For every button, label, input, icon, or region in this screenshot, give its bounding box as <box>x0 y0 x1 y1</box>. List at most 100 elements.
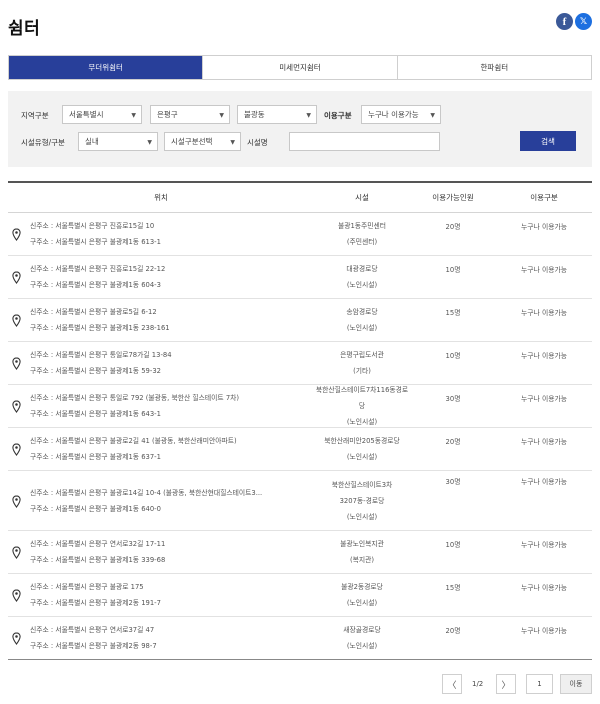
use-cell: 누구나 이용가능 <box>521 541 567 549</box>
chevron-down-icon: ▼ <box>147 139 152 146</box>
table-row[interactable]: 신주소 : 서울특별시 은평구 진흥로15길 10 구주소 : 서울특별시 은평… <box>8 213 592 256</box>
facility-cell: 북한산힐스테이트3차 3207동-경로당 (노인시설) <box>314 471 410 530</box>
map-pin-icon <box>12 228 21 241</box>
tab-heat-shelter[interactable]: 무더위쉼터 <box>9 56 203 79</box>
old-address: 구주소 : 서울특별시 은평구 불광제1동 59-32 <box>30 367 161 375</box>
shelter-table: 위치 시설 이용가능인원 이용구분 신주소 : 서울특별시 은평구 진흥로15길… <box>8 181 592 660</box>
facility-name: 불광1동주민센터 <box>337 222 387 230</box>
name-label: 시설명 <box>247 138 268 147</box>
location-cell: 신주소 : 서울특별시 은평구 불광로14길 10-4 (불광동, 북한산현대힐… <box>8 471 314 530</box>
facility-name-input[interactable] <box>289 132 440 151</box>
district-select[interactable]: 은평구 ▼ <box>150 105 230 124</box>
facility-cell: 불광2동경로당 (노인시설) <box>314 574 410 616</box>
capacity-cell: 30명 <box>445 478 461 486</box>
use-cell: 누구나 이용가능 <box>521 627 567 635</box>
facility-name: 대광경로당 <box>346 265 378 273</box>
type-label: 시설유형/구분 <box>21 138 65 147</box>
use-select-value: 누구나 이용가능 <box>368 110 419 119</box>
chevron-down-icon: ▼ <box>306 112 311 119</box>
old-address: 구주소 : 서울특별시 은평구 불광제1동 637-1 <box>30 453 161 461</box>
use-cell: 누구나 이용가능 <box>521 584 567 592</box>
old-address: 구주소 : 서울특별시 은평구 불광제2동 191-7 <box>30 599 161 607</box>
location-cell: 신주소 : 서울특별시 은평구 통일로78가길 13-84 구주소 : 서울특별… <box>8 342 314 384</box>
go-page-button[interactable]: 이동 <box>560 674 592 694</box>
tab-dust-shelter[interactable]: 미세먼지쉼터 <box>202 56 397 79</box>
map-pin-icon <box>12 632 21 645</box>
table-row[interactable]: 신주소 : 서울특별시 은평구 연서로37길 47 구주소 : 서울특별시 은평… <box>8 617 592 660</box>
use-cell: 누구나 이용가능 <box>521 478 567 486</box>
page-number-input[interactable]: 1 <box>526 674 553 694</box>
map-pin-icon <box>12 546 21 559</box>
use-label: 이용구분 <box>324 111 352 120</box>
facility-name: 북한산힐스테이트3차 <box>331 480 393 489</box>
category-select-value: 시설구분선택 <box>171 137 213 146</box>
new-address: 신주소 : 서울특별시 은평구 불광로 175 <box>30 583 144 591</box>
facility-name: 불광노인복지관 <box>340 540 384 548</box>
new-address: 신주소 : 서울특별시 은평구 연서로32길 17-11 <box>30 540 166 548</box>
search-filter-panel: 지역구분 서울특별시 ▼ 은평구 ▼ 불광동 ▼ 이용구분 누구나 이용가능 ▼… <box>8 91 592 167</box>
region-label: 지역구분 <box>21 111 49 120</box>
map-pin-icon <box>12 357 21 370</box>
location-cell: 신주소 : 서울특별시 은평구 진흥로15길 22-12 구주소 : 서울특별시… <box>8 256 314 298</box>
table-row[interactable]: 신주소 : 서울특별시 은평구 불광로 175 구주소 : 서울특별시 은평구 … <box>8 574 592 617</box>
chevron-down-icon: ▼ <box>219 112 224 119</box>
capacity-cell: 20명 <box>445 627 461 635</box>
facility-type: (복지관) <box>349 556 375 564</box>
use-cell: 누구나 이용가능 <box>521 223 567 231</box>
header-use: 이용구분 <box>530 193 558 202</box>
facility-type: (기타) <box>353 367 371 375</box>
facility-cell: 은평구립도서관 (기타) <box>314 342 410 384</box>
location-cell: 신주소 : 서울특별시 은평구 진흥로15길 10 구주소 : 서울특별시 은평… <box>8 213 314 255</box>
search-button[interactable]: 검색 <box>520 131 576 151</box>
header-facility: 시설 <box>355 193 369 202</box>
city-select-value: 서울특별시 <box>69 110 104 119</box>
capacity-cell: 10명 <box>445 266 461 274</box>
use-select[interactable]: 누구나 이용가능 ▼ <box>361 105 441 124</box>
page-header: 쉼터 f 𝕏 <box>0 0 600 54</box>
old-address: 구주소 : 서울특별시 은평구 불광제1동 640-0 <box>30 504 161 513</box>
category-select[interactable]: 시설구분선택 ▼ <box>164 132 241 151</box>
table-row[interactable]: 신주소 : 서울특별시 은평구 연서로32길 17-11 구주소 : 서울특별시… <box>8 531 592 574</box>
new-address: 신주소 : 서울특별시 은평구 불광로5길 6-12 <box>30 308 157 316</box>
old-address: 구주소 : 서울특별시 은평구 불광제1동 643-1 <box>30 410 161 418</box>
chevron-down-icon: ▼ <box>430 112 435 119</box>
header-location: 위치 <box>154 193 168 202</box>
type-select-value: 실내 <box>85 137 99 146</box>
facility-type: (노인시설) <box>346 324 378 332</box>
table-row[interactable]: 신주소 : 서울특별시 은평구 불광로2길 41 (불광동, 북한산래미안아파트… <box>8 428 592 471</box>
capacity-cell: 10명 <box>445 541 461 549</box>
prev-page-button[interactable]: 〈 <box>442 674 462 694</box>
new-address: 신주소 : 서울특별시 은평구 통일로 792 (불광동, 북한산 힐스테이트 … <box>30 394 240 402</box>
table-row[interactable]: 신주소 : 서울특별시 은평구 불광로5길 6-12 구주소 : 서울특별시 은… <box>8 299 592 342</box>
twitter-share-icon[interactable]: 𝕏 <box>575 13 592 30</box>
facility-name: 불광2동경로당 <box>341 583 383 591</box>
table-row[interactable]: 신주소 : 서울특별시 은평구 통일로 792 (불광동, 북한산 힐스테이트 … <box>8 385 592 428</box>
facility-type: (노인시설) <box>346 281 378 289</box>
map-pin-icon <box>12 494 21 508</box>
facility-name: 북한산래미안205동경로당 <box>324 437 400 445</box>
location-cell: 신주소 : 서울특별시 은평구 통일로 792 (불광동, 북한산 힐스테이트 … <box>8 385 314 427</box>
new-address: 신주소 : 서울특별시 은평구 진흥로15길 10 <box>30 222 155 230</box>
new-address: 신주소 : 서울특별시 은평구 진흥로15길 22-12 <box>30 265 166 273</box>
facility-name: 북한산힐스테이트7차116동경로당 <box>315 386 409 410</box>
use-cell: 누구나 이용가능 <box>521 352 567 360</box>
table-row[interactable]: 신주소 : 서울특별시 은평구 진흥로15길 22-12 구주소 : 서울특별시… <box>8 256 592 299</box>
capacity-cell: 30명 <box>445 395 461 403</box>
old-address: 구주소 : 서울특별시 은평구 불광제1동 604-3 <box>30 281 161 289</box>
city-select[interactable]: 서울특별시 ▼ <box>62 105 142 124</box>
dong-select[interactable]: 불광동 ▼ <box>237 105 317 124</box>
next-page-button[interactable]: 〉 <box>496 674 516 694</box>
tab-cold-shelter[interactable]: 한파쉼터 <box>396 56 591 79</box>
table-row[interactable]: 신주소 : 서울특별시 은평구 통일로78가길 13-84 구주소 : 서울특별… <box>8 342 592 385</box>
location-cell: 신주소 : 서울특별시 은평구 불광로2길 41 (불광동, 북한산래미안아파트… <box>8 428 314 470</box>
header-capacity: 이용가능인원 <box>432 193 474 202</box>
facebook-share-icon[interactable]: f <box>556 13 573 30</box>
new-address: 신주소 : 서울특별시 은평구 연서로37길 47 <box>30 626 155 634</box>
type-select[interactable]: 실내 ▼ <box>78 132 158 151</box>
new-address: 신주소 : 서울특별시 은평구 불광로2길 41 (불광동, 북한산래미안아파트… <box>30 437 237 445</box>
table-row[interactable]: 신주소 : 서울특별시 은평구 불광로14길 10-4 (불광동, 북한산현대힐… <box>8 471 592 531</box>
location-cell: 신주소 : 서울특별시 은평구 불광로 175 구주소 : 서울특별시 은평구 … <box>8 574 314 616</box>
facility-name: 송암경로당 <box>346 308 378 316</box>
use-cell: 누구나 이용가능 <box>521 266 567 274</box>
use-cell: 누구나 이용가능 <box>521 395 567 403</box>
